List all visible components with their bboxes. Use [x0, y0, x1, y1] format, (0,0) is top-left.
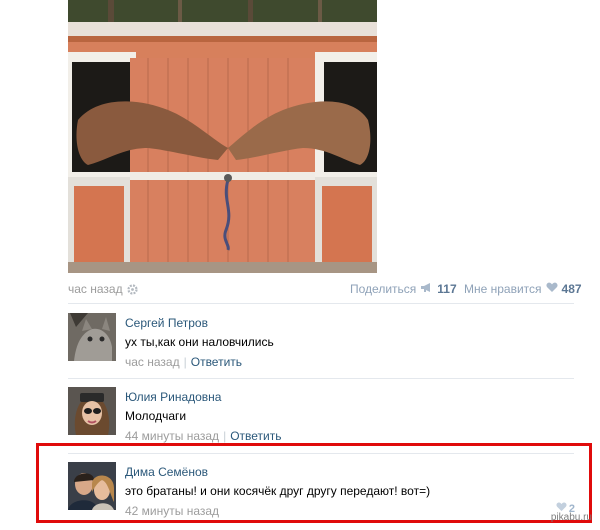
post-meta: час назад	[68, 282, 138, 296]
comment-meta: 44 минуты назад | Ответить	[125, 429, 281, 443]
reply-button[interactable]: Ответить	[230, 429, 281, 443]
share-label: Поделиться	[350, 282, 417, 296]
post-photo[interactable]	[68, 0, 377, 273]
separator: |	[183, 355, 187, 369]
like-label: Мне нравится	[464, 282, 542, 296]
comment-text: Молодчаги	[125, 409, 187, 423]
divider	[68, 378, 574, 379]
comment-author[interactable]: Юлия Ринадовна	[125, 390, 221, 404]
divider	[68, 303, 574, 304]
avatar[interactable]	[68, 387, 116, 435]
watermark: pikabu.ru	[550, 512, 592, 523]
avatar[interactable]	[68, 313, 116, 361]
comment-author[interactable]: Сергей Петров	[125, 316, 208, 330]
like-button[interactable]: Мне нравится 487	[464, 282, 582, 296]
highlight-frame	[36, 443, 592, 523]
share-count: 117	[437, 282, 457, 296]
comment-time[interactable]: 44 минуты назад	[125, 429, 219, 443]
heart-icon	[546, 282, 558, 296]
gear-icon[interactable]	[127, 283, 138, 295]
separator: |	[223, 429, 227, 443]
like-count: 487	[561, 282, 582, 296]
megaphone-icon	[420, 282, 433, 296]
post-time[interactable]: час назад	[68, 282, 123, 296]
comment-time[interactable]: час назад	[125, 355, 180, 369]
reply-button[interactable]: Ответить	[191, 355, 242, 369]
comment-text: ух ты,как они наловчились	[125, 335, 274, 349]
comment-meta: час назад | Ответить	[125, 355, 242, 369]
share-button[interactable]: Поделиться 117	[350, 282, 457, 296]
